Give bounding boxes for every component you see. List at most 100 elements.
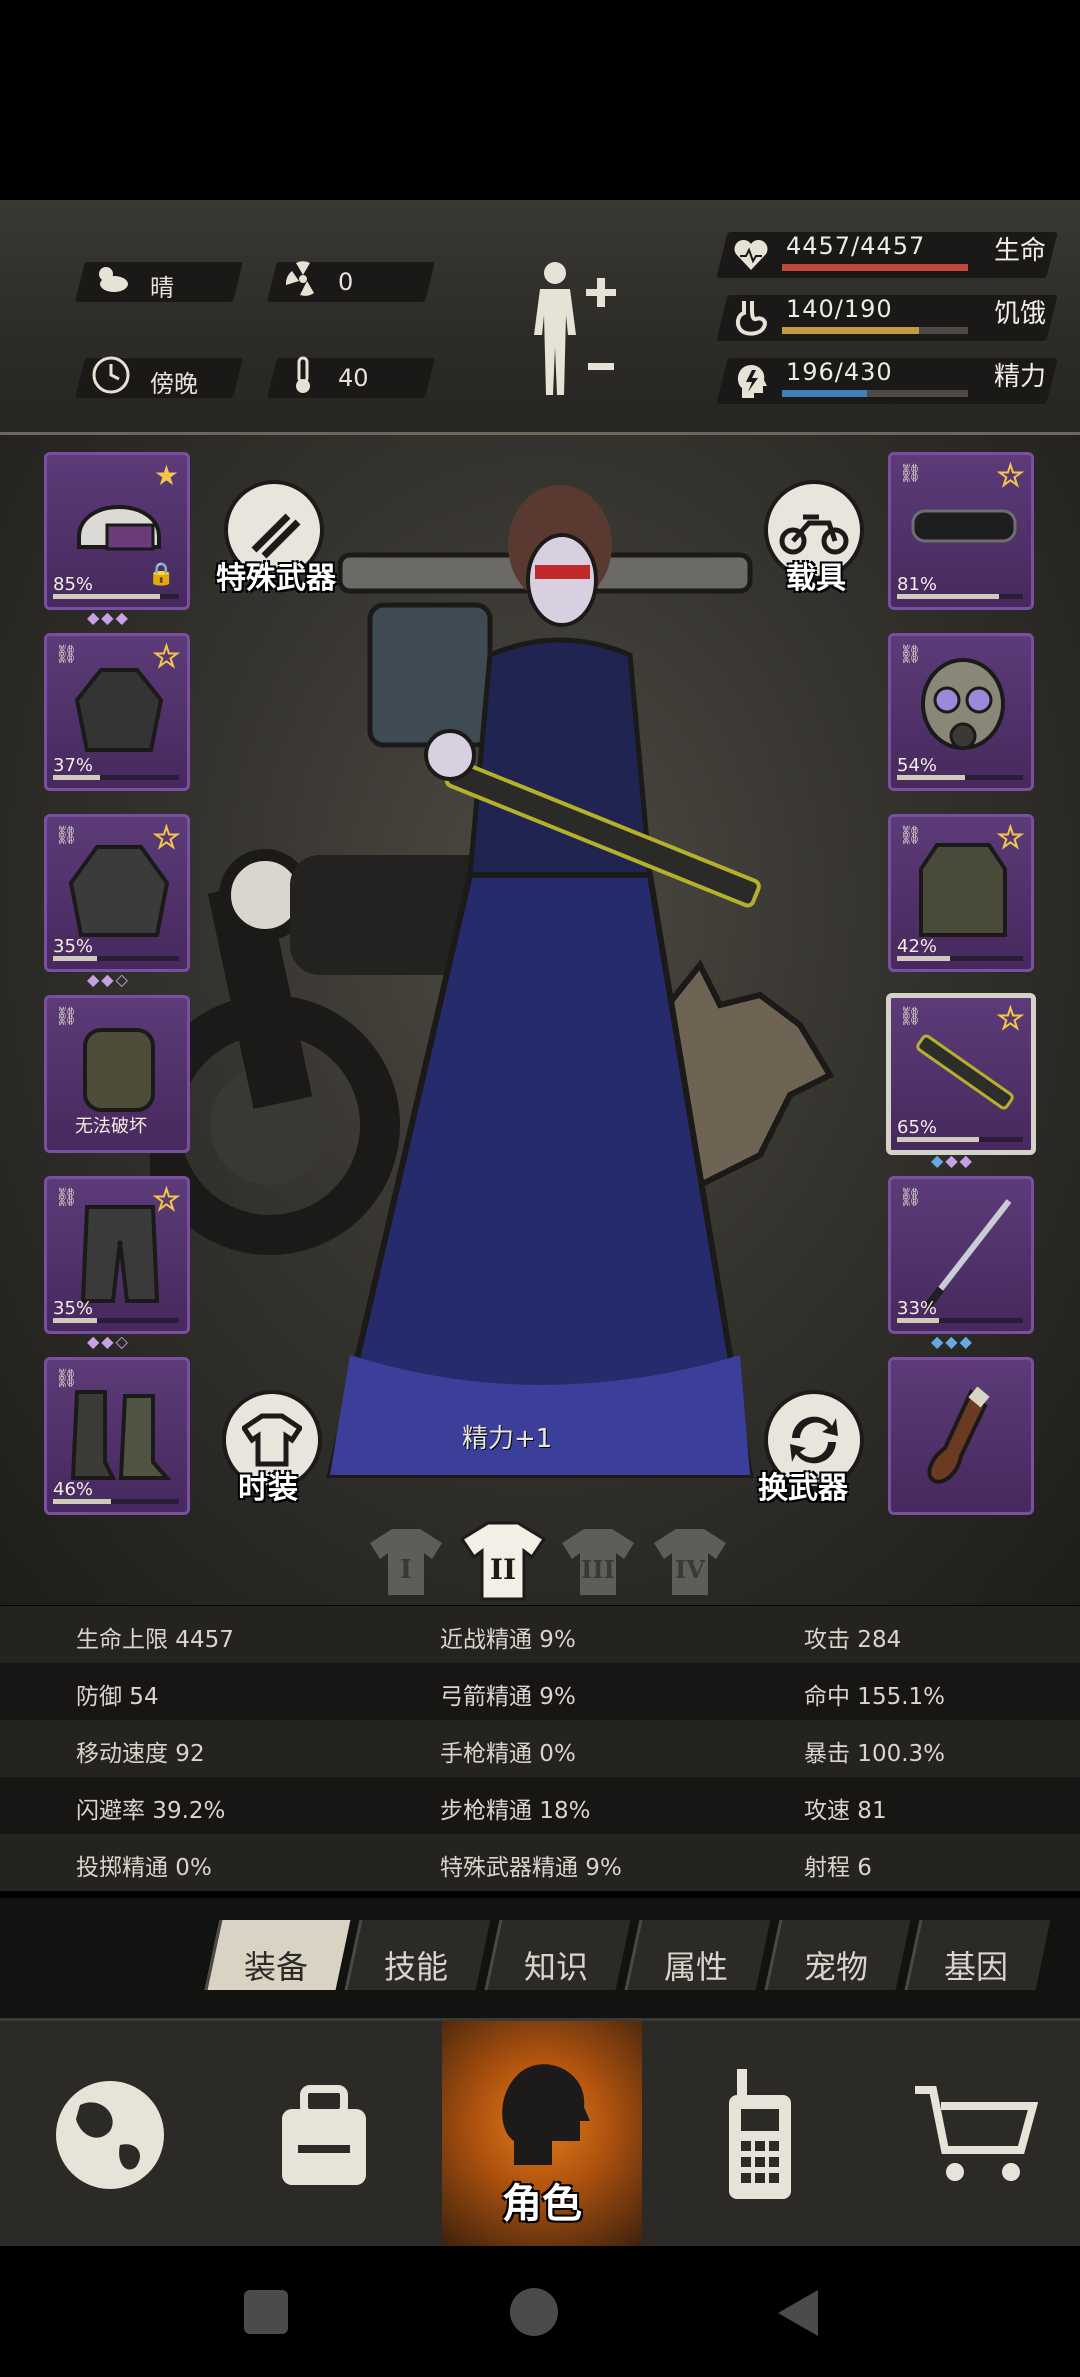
slot-mask[interactable]: ⛓ 54% [888, 633, 1034, 791]
stomach-icon [735, 301, 767, 336]
nav-shop[interactable] [876, 2021, 1076, 2249]
energy-bar [782, 390, 968, 397]
hunger-value: 140/190 [786, 295, 893, 323]
bag-icon [282, 2085, 366, 2185]
slot-durability: 无法破坏 [75, 1116, 147, 1137]
pants-icon [80, 1205, 160, 1303]
stats-row: 投掷精通 0% 特殊武器精通 9% 射程 6 [0, 1834, 1080, 1891]
molotov-icon [927, 1386, 990, 1484]
slot-durability: 46% [53, 1479, 94, 1500]
outfit-tab-3[interactable]: III [558, 1525, 638, 1599]
coat-icon [68, 845, 170, 937]
back-icon[interactable] [774, 2288, 822, 2338]
goggles-icon [911, 509, 1017, 543]
bottom-nav: 角色 [0, 2018, 1080, 2249]
vest-icon [919, 843, 1007, 937]
tab-pets-label: 宠物 [803, 1948, 868, 1986]
stat-throw-mastery: 投掷精通 0% [76, 1855, 212, 1881]
stats-row: 闪避率 39.2% 步枪精通 18% 攻速 81 [0, 1777, 1080, 1834]
outfit-tab-1[interactable]: I [366, 1525, 446, 1599]
durability-bar [53, 775, 100, 780]
slot-durability: 35% [53, 1298, 94, 1319]
fashion-label: 时装 [238, 1471, 298, 1506]
energy-value: 196/430 [786, 358, 893, 386]
bonus-text: 精力+1 [462, 1424, 553, 1454]
outfit-tab-4[interactable]: IV [650, 1525, 730, 1599]
stats-row: 移动速度 92 手枪精通 0% 暴击 100.3% [0, 1720, 1080, 1777]
jacket-icon [74, 668, 164, 752]
stat-accuracy: 命中 155.1% [804, 1684, 946, 1710]
slot-throwable[interactable] [888, 1357, 1034, 1515]
durability-bar [897, 1318, 939, 1323]
slot-durability: 35% [53, 936, 94, 957]
gem-indicators: ◆◆◇ [87, 1332, 130, 1351]
gas-mask-icon [921, 658, 1005, 750]
clock-icon [92, 356, 130, 394]
thermometer-icon [296, 356, 310, 393]
swap-weapon-label: 换武器 [758, 1471, 848, 1506]
slot-backpack[interactable]: ⛓ 无法破坏 [44, 995, 190, 1153]
body-status-icon[interactable] [520, 255, 620, 405]
nav-radio[interactable] [660, 2021, 860, 2249]
slot-melee-weapon[interactable]: ⛓ 33% ◆◆◆ [888, 1176, 1034, 1351]
stat-range: 射程 6 [804, 1855, 872, 1881]
tab-attributes-label: 属性 [663, 1948, 728, 1986]
slot-vest[interactable]: ⛓ ★ 42% [888, 814, 1034, 972]
weather-text: 晴 [150, 274, 174, 302]
outfit-tab-2[interactable]: II [458, 1519, 548, 1603]
stat-melee-mastery: 近战精通 9% [440, 1627, 576, 1653]
nav-inventory[interactable] [224, 2021, 424, 2249]
slot-upper-body[interactable]: ⛓ ★ 37% [44, 633, 190, 791]
stat-defense: 防御 54 [76, 1684, 159, 1710]
durability-bar [53, 1499, 111, 1504]
durability-bar [897, 594, 1000, 599]
time-of-day-text: 傍晚 [150, 370, 198, 398]
stats-row: 生命上限 4457 近战精通 9% 攻击 284 [0, 1606, 1080, 1663]
slot-pants[interactable]: ⛓ ★ 35% ◆◆◇ [44, 1176, 190, 1351]
heart-icon [734, 239, 768, 270]
stats-row: 防御 54 弓箭精通 9% 命中 155.1% [0, 1663, 1080, 1720]
slot-primary-weapon[interactable]: ⛓ ★ 65% ◆◆◆ [886, 993, 1036, 1170]
link-icon: ⛓ [55, 1187, 78, 1208]
stat-dodge: 闪避率 39.2% [76, 1798, 226, 1824]
home-icon[interactable] [510, 2288, 558, 2336]
stat-pistol-mastery: 手枪精通 0% [440, 1741, 576, 1767]
globe-icon [56, 2081, 164, 2189]
nav-character-label: 角色 [502, 2181, 582, 2227]
stat-special-weapon-mastery: 特殊武器精通 9% [440, 1855, 622, 1881]
slot-durability: 54% [897, 755, 938, 776]
slot-coat[interactable]: ⛓ ★ 35% ◆◆◇ [44, 814, 190, 989]
vehicle-label: 载具 [786, 561, 846, 596]
character-scene: ★ 🔒 85% ◆◆◆ ⛓ ★ 37% ⛓ ★ 35% ◆◆◇ ⛓ 无法破坏 ⛓… [0, 435, 1080, 1605]
stat-rifle-mastery: 步枪精通 18% [440, 1798, 591, 1824]
gem-indicators: ◆◆◆ [931, 1332, 974, 1351]
category-tabs: 装备 技能 知识 属性 宠物 基因 [0, 1898, 1080, 2018]
character-illustration [326, 485, 761, 1478]
slot-helmet[interactable]: ★ 🔒 85% ◆◆◆ [44, 452, 190, 627]
recent-apps-icon[interactable] [244, 2290, 288, 2334]
durability-bar [53, 956, 98, 961]
slot-eyewear[interactable]: ⛓ ★ 81% [888, 452, 1034, 610]
stat-max-hp: 生命上限 4457 [76, 1627, 234, 1653]
slot-durability: 81% [897, 574, 938, 595]
katana-icon [923, 1199, 1012, 1310]
backpack-icon [83, 1028, 155, 1112]
stat-attack-speed: 攻速 81 [804, 1798, 887, 1824]
slot-durability: 65% [897, 1117, 938, 1138]
nav-world-map[interactable] [10, 2021, 210, 2249]
slot-durability: 85% [53, 574, 94, 595]
swap-icon [790, 1416, 838, 1464]
energy-head-icon [737, 364, 767, 398]
slot-boots[interactable]: ⛓ 46% [44, 1357, 190, 1515]
outfit-tab-label: IV [675, 1555, 705, 1584]
tab-equipment-label: 装备 [243, 1948, 308, 1986]
rifle-icon [916, 1034, 1014, 1110]
temperature-value: 40 [338, 364, 369, 392]
energy-label: 精力 [994, 362, 1047, 392]
hunger-bar [782, 327, 968, 334]
slot-durability: 33% [897, 1298, 938, 1319]
nav-character[interactable]: 角色 [442, 2021, 642, 2249]
stat-crit: 暴击 100.3% [804, 1741, 946, 1767]
cloud-sun-icon [99, 267, 128, 292]
health-bar [782, 264, 968, 271]
